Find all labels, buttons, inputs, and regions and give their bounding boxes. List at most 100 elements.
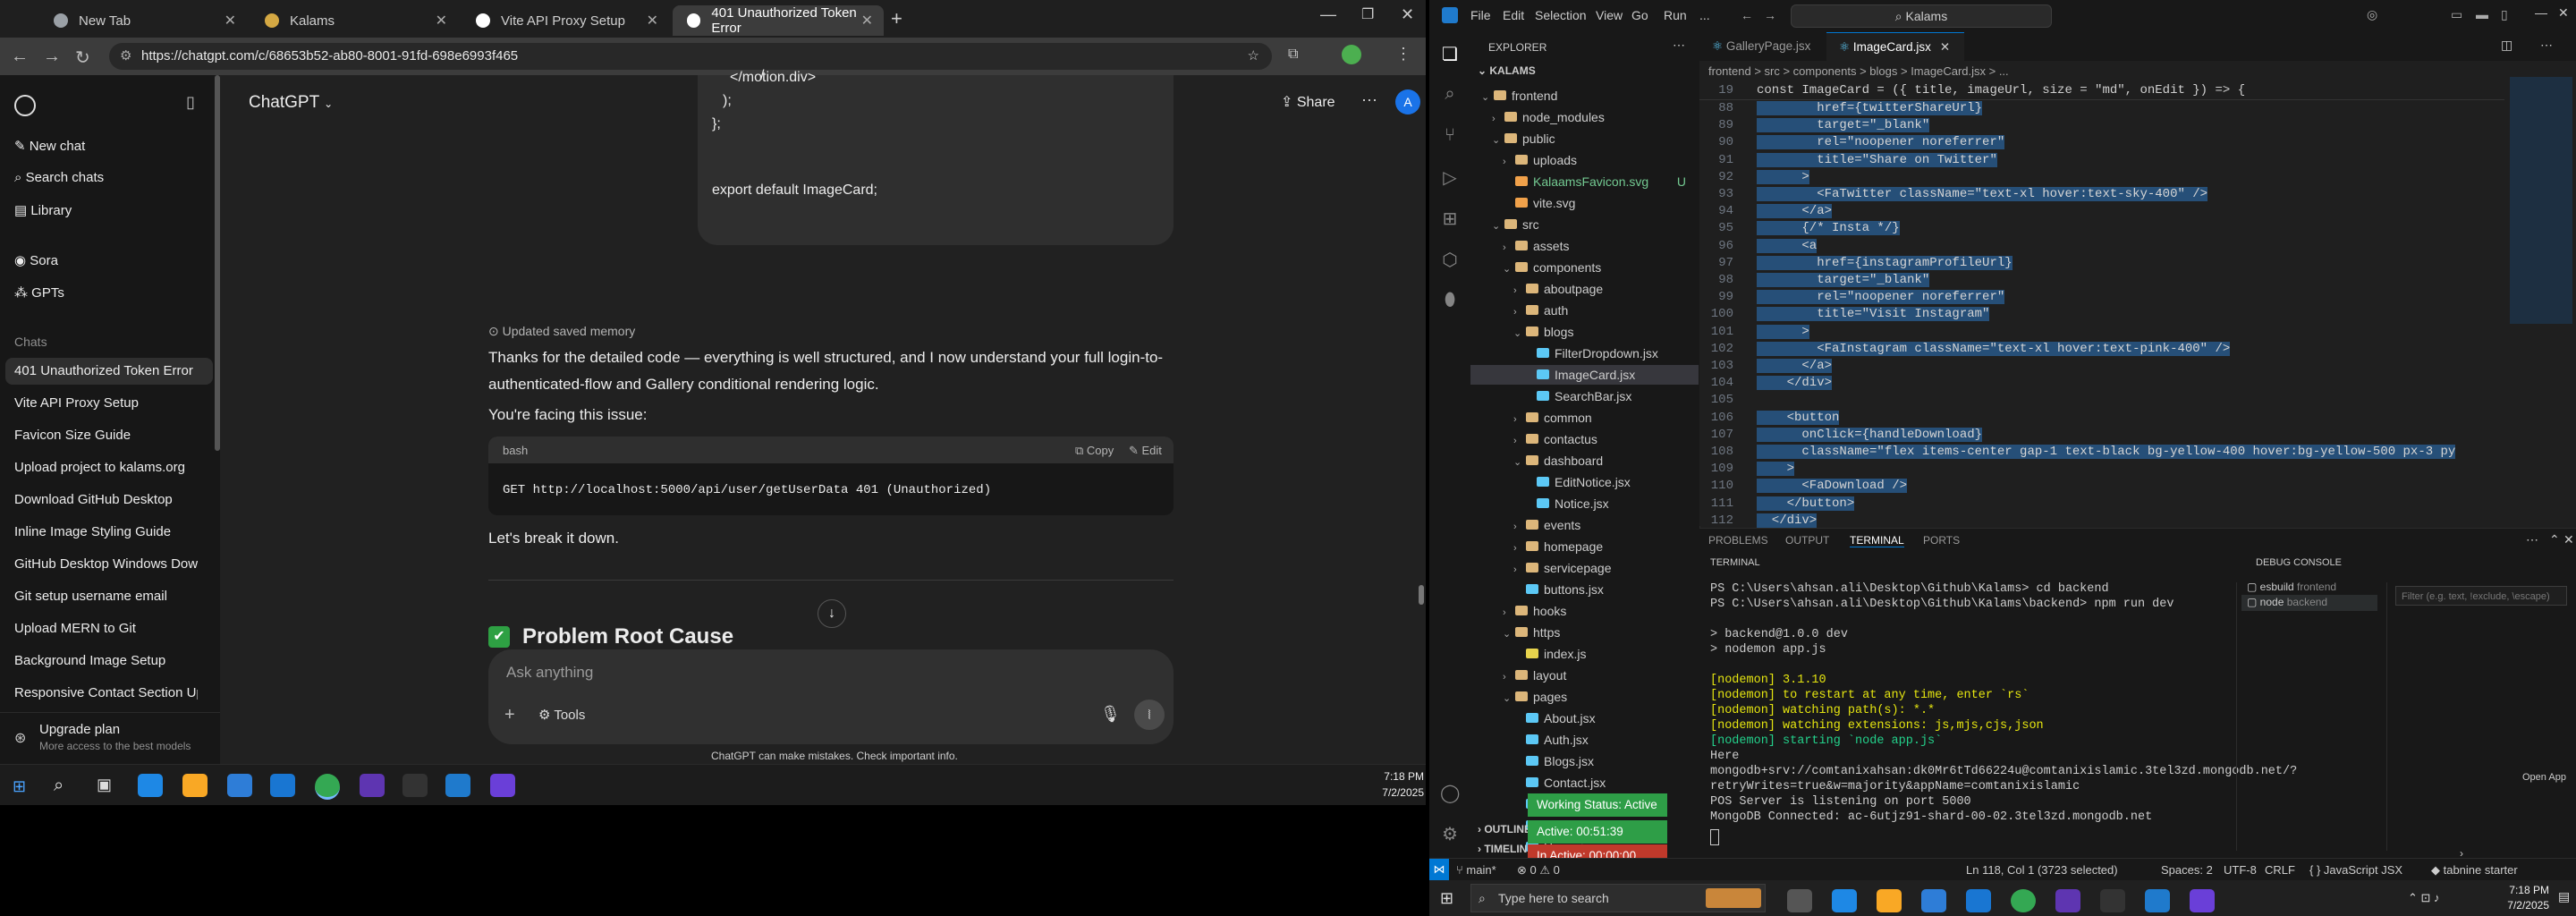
terminal-icon[interactable] <box>402 774 428 797</box>
source-control-icon[interactable]: ⑂ <box>1440 125 1460 145</box>
menu-view[interactable]: View <box>1596 8 1623 22</box>
code-line[interactable]: 104 </div> <box>1699 375 1833 392</box>
store-icon[interactable] <box>1921 889 1946 912</box>
code-line[interactable]: 91 title="Share on Twitter" <box>1699 152 1997 169</box>
share-button[interactable]: ⇪ Share <box>1281 93 1335 111</box>
close-window-button[interactable]: ✕ <box>2558 5 2569 21</box>
profile-avatar[interactable] <box>1342 45 1361 64</box>
attach-icon[interactable]: + <box>504 705 515 725</box>
windows-start-icon[interactable]: ⊞ <box>1440 889 1453 908</box>
edge-icon[interactable] <box>1832 889 1857 912</box>
tabnine-status[interactable]: ◆ tabnine starter <box>2431 863 2518 878</box>
tab-kalams[interactable]: Kalams ✕ <box>250 5 458 36</box>
debug-filter-input[interactable]: Filter (e.g. text, !exclude, \escape) <box>2395 586 2567 606</box>
openai-logo-icon[interactable] <box>14 95 36 116</box>
tree-folder[interactable]: ⌄ dashboard <box>1470 451 1699 471</box>
end-of-line[interactable]: CRLF <box>2265 863 2295 877</box>
toggle-secondary-sidebar-icon[interactable]: ▯ <box>2501 7 2508 22</box>
file-explorer-icon[interactable] <box>182 774 208 797</box>
sidebar-item-gpts[interactable]: ⁂ GPTs <box>14 284 64 301</box>
reload-icon[interactable]: ↻ <box>75 47 90 69</box>
chat-item[interactable]: 401 Unauthorized Token Error <box>14 363 198 378</box>
tree-file[interactable]: EditNotice.jsx <box>1470 472 1699 492</box>
microphone-icon[interactable]: 🎙 <box>1100 705 1121 724</box>
remote-explorer-icon[interactable]: ⬡ <box>1440 249 1460 270</box>
tree-folder[interactable]: ⌄ https <box>1470 623 1699 642</box>
notifications-icon[interactable]: ▤ <box>2558 889 2570 904</box>
panel-tab-problems[interactable]: PROBLEMS <box>1708 534 1768 547</box>
tree-file[interactable]: SearchBar.jsx <box>1470 386 1699 406</box>
tree-file[interactable]: Notice.jsx <box>1470 494 1699 513</box>
code-line[interactable]: 94 </a> <box>1699 203 1833 220</box>
chat-item[interactable]: Vite API Proxy Setup <box>14 395 198 411</box>
tree-folder[interactable]: › events <box>1470 515 1699 535</box>
split-editor-icon[interactable]: ◫ <box>2501 38 2512 53</box>
tree-folder[interactable]: › node_modules <box>1470 107 1699 127</box>
tree-folder[interactable]: › uploads <box>1470 150 1699 170</box>
terminal-session-esbuild[interactable]: ▢ esbuild frontend <box>2247 581 2379 593</box>
model-selector[interactable]: ChatGPT ⌄ <box>249 93 333 113</box>
tree-folder[interactable]: ⌄ frontend <box>1470 86 1699 106</box>
terminal-icon[interactable] <box>2100 889 2125 912</box>
avatar[interactable]: A <box>1395 89 1420 114</box>
tree-file[interactable]: vite.svg <box>1470 193 1699 213</box>
timeline-section[interactable]: › TIMELINE <box>1478 843 1534 855</box>
chrome-icon[interactable] <box>315 774 340 800</box>
voice-mode-button[interactable]: ⦚ <box>1134 700 1165 730</box>
memory-note[interactable]: ⊙ Updated saved memory <box>488 324 635 339</box>
code-line[interactable]: 92 > <box>1699 169 1809 186</box>
code-line[interactable]: 100 title="Visit Instagram" <box>1699 306 1990 323</box>
clock-time[interactable]: 7:18 PM <box>2499 884 2549 896</box>
close-icon[interactable]: ✕ <box>225 12 236 30</box>
scroll-down-button[interactable]: ↓ <box>818 599 846 628</box>
outline-section[interactable]: › OUTLINE <box>1478 823 1531 835</box>
more-actions-icon[interactable]: ⋯ <box>2540 38 2553 53</box>
clock-date[interactable]: 7/2/2025 <box>1377 786 1424 799</box>
forward-icon[interactable]: → <box>43 47 61 67</box>
code-line[interactable]: 106 <button <box>1699 410 1840 427</box>
tree-folder[interactable]: › assets <box>1470 236 1699 256</box>
maximize-panel-icon[interactable]: ⌃ <box>2549 532 2560 547</box>
settings-gear-icon[interactable]: ⚙ <box>1440 823 1460 844</box>
minimap[interactable] <box>2510 77 2572 324</box>
code-line[interactable]: 101 > <box>1699 324 1809 341</box>
menu-run[interactable]: Run <box>1664 8 1687 22</box>
code-line[interactable]: 109 > <box>1699 461 1795 478</box>
search-icon[interactable]: ⌕ <box>54 776 64 796</box>
minimize-button[interactable]: — <box>1320 5 1336 24</box>
tab-imagecard[interactable]: ⚛ ImageCard.jsx ✕ <box>1826 32 1964 62</box>
tree-file[interactable]: Blogs.jsx <box>1470 751 1699 771</box>
menu-file[interactable]: File <box>1470 8 1491 22</box>
code-line[interactable]: 107 onClick={handleDownload} <box>1699 427 1983 444</box>
indentation[interactable]: Spaces: 2 <box>2161 863 2213 877</box>
tree-folder[interactable]: ⌄ components <box>1470 258 1699 277</box>
bookmark-star-icon[interactable]: ☆ <box>1248 43 1259 70</box>
sidebar-item-library[interactable]: ▤ Library <box>14 202 72 218</box>
terminal-output[interactable]: PS C:\Users\ahsan.ali\Desktop\Github\Kal… <box>1699 582 2297 851</box>
tree-file[interactable]: KalaamsFavicon.svg U <box>1470 172 1699 191</box>
task-view-icon[interactable]: ▣ <box>97 776 112 794</box>
file-explorer-icon[interactable] <box>1877 889 1902 912</box>
close-panel-icon[interactable]: ✕ <box>2563 532 2574 547</box>
github-desktop-icon[interactable] <box>360 774 385 797</box>
terminal-session-node[interactable]: ▢ node backend <box>2247 596 2379 608</box>
address-bar[interactable]: ⚙ https://chatgpt.com/c/68653b52-ab80-80… <box>109 43 1272 70</box>
tree-file[interactable]: index.js <box>1470 644 1699 664</box>
panel-more-icon[interactable]: ⋯ <box>2526 532 2538 547</box>
toggle-panel-icon[interactable]: ▬ <box>2476 7 2488 21</box>
tree-folder[interactable]: › aboutpage <box>1470 279 1699 299</box>
tree-folder[interactable]: › servicepage <box>1470 558 1699 578</box>
command-center-search[interactable]: ⌕ Kalams <box>1791 4 2052 28</box>
tree-folder[interactable]: ⌄ src <box>1470 215 1699 234</box>
mongodb-icon[interactable]: ⬮ <box>1440 290 1460 310</box>
tree-folder[interactable]: › auth <box>1470 301 1699 320</box>
toggle-primary-sidebar-icon[interactable]: ▭ <box>2451 7 2462 22</box>
zoom-icon[interactable] <box>2190 889 2215 912</box>
sidebar-item-search[interactable]: ⌕ Search chats <box>14 170 104 185</box>
run-debug-icon[interactable]: ▷ <box>1440 166 1460 188</box>
new-tab-button[interactable]: + <box>891 7 902 30</box>
menu-more[interactable]: ... <box>1699 8 1710 22</box>
close-icon[interactable]: ✕ <box>436 12 447 30</box>
github-desktop-icon[interactable] <box>2055 889 2080 912</box>
upgrade-plan[interactable]: ⊛ Upgrade plan More access to the best m… <box>0 712 220 765</box>
